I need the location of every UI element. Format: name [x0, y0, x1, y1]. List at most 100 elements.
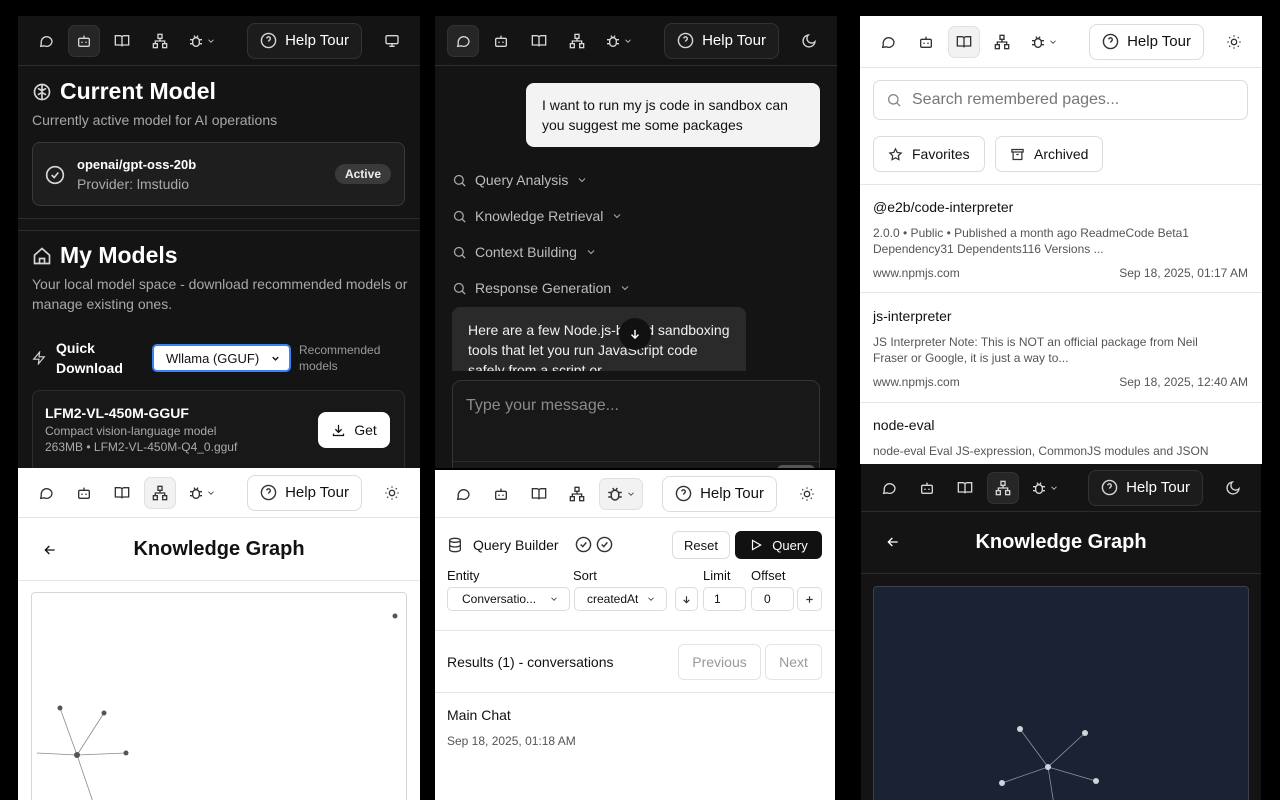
remembered-pages-panel: Help Tour Search remembered pages... Fav… — [860, 16, 1262, 464]
limit-input[interactable]: 1 — [703, 587, 746, 611]
star-icon — [888, 146, 903, 161]
engine-select[interactable]: Wllama (GGUF) — [152, 344, 291, 372]
network-icon[interactable] — [561, 478, 593, 510]
search-icon — [453, 210, 466, 223]
monitor-icon[interactable] — [376, 25, 408, 57]
arrow-down-icon — [630, 329, 640, 340]
step-context-building[interactable]: Context Building — [452, 234, 631, 270]
assistant-message-text: Here are a few Node.js-based sandboxing … — [468, 322, 730, 371]
query-label: Query — [772, 537, 808, 553]
model-card-meta: 263MB • LFM2-VL-450M-Q4_0.gguf — [45, 440, 238, 454]
chevron-down-icon — [648, 597, 654, 601]
list-item[interactable]: @e2b/code-interpreter 2.0.0 • Public • P… — [860, 185, 1262, 293]
help-tour-button[interactable]: Help Tour — [1088, 469, 1203, 506]
check-circle-icon[interactable] — [575, 536, 592, 553]
zap-icon — [32, 351, 46, 365]
sun-icon[interactable] — [1218, 26, 1250, 58]
assistant-message: Here are a few Node.js-based sandboxing … — [452, 307, 746, 371]
sort-select[interactable]: createdAt — [574, 587, 667, 611]
book-icon[interactable] — [523, 25, 555, 57]
debug-dropdown[interactable] — [1024, 26, 1064, 58]
favorites-label: Favorites — [912, 146, 970, 162]
offset-input[interactable]: 0 — [751, 587, 794, 611]
debug-dropdown[interactable] — [599, 477, 643, 510]
help-tour-button[interactable]: Help Tour — [662, 475, 777, 512]
message-input[interactable]: Type your message... — [452, 380, 820, 468]
network-icon[interactable] — [986, 26, 1018, 58]
book-icon[interactable] — [523, 478, 555, 510]
graph-canvas[interactable] — [873, 586, 1249, 800]
chat-icon[interactable] — [30, 25, 62, 57]
send-button[interactable] — [777, 465, 815, 468]
archived-button[interactable]: Archived — [995, 136, 1104, 172]
item-description: node-eval Eval JS-expression, CommonJS m… — [873, 444, 1209, 458]
step-query-analysis[interactable]: Query Analysis — [452, 162, 631, 198]
model-name: openai/gpt-oss-20b — [77, 157, 197, 172]
help-tour-button[interactable]: Help Tour — [247, 474, 362, 511]
help-tour-button[interactable]: Help Tour — [664, 22, 779, 59]
help-icon — [1102, 33, 1119, 50]
sun-icon[interactable] — [376, 477, 408, 509]
bot-icon[interactable] — [910, 26, 942, 58]
recommended-label: Recommended models — [299, 343, 381, 373]
search-input[interactable]: Search remembered pages... — [873, 80, 1248, 120]
check-circle-icon[interactable] — [596, 536, 613, 553]
step-response-generation[interactable]: Response Generation — [452, 270, 631, 306]
chat-icon[interactable] — [872, 26, 904, 58]
query-button[interactable]: Query — [735, 531, 822, 559]
get-button[interactable]: Get — [318, 412, 390, 448]
graph-canvas[interactable] — [31, 592, 407, 800]
chat-icon[interactable] — [447, 478, 479, 510]
reset-button[interactable]: Reset — [672, 531, 730, 559]
chat-icon[interactable] — [873, 472, 905, 504]
bot-icon[interactable] — [485, 25, 517, 57]
chat-icon[interactable] — [30, 477, 62, 509]
item-domain: www.npmjs.com — [873, 375, 960, 389]
moon-icon[interactable] — [1217, 472, 1249, 504]
moon-icon[interactable] — [793, 25, 825, 57]
entity-select[interactable]: Conversatio... — [447, 587, 570, 611]
item-domain: www.npmjs.com — [873, 266, 960, 280]
debug-dropdown[interactable] — [182, 25, 222, 57]
sort-direction-button[interactable] — [675, 587, 698, 611]
download-icon — [333, 424, 345, 436]
network-icon[interactable] — [987, 471, 1019, 504]
sun-icon[interactable] — [791, 478, 823, 510]
next-button[interactable]: Next — [765, 644, 822, 680]
network-icon[interactable] — [144, 25, 176, 57]
list-item[interactable]: node-eval node-eval Eval JS-expression, … — [860, 403, 1262, 464]
book-icon[interactable] — [106, 477, 138, 509]
help-label: Help Tour — [1126, 479, 1190, 496]
chat-icon[interactable] — [447, 24, 479, 57]
book-icon[interactable] — [949, 472, 981, 504]
bot-icon[interactable] — [68, 477, 100, 509]
debug-dropdown[interactable] — [1025, 472, 1065, 504]
divider — [18, 230, 420, 231]
network-icon[interactable] — [561, 25, 593, 57]
debug-dropdown[interactable] — [599, 25, 639, 57]
debug-dropdown[interactable] — [182, 477, 222, 509]
network-icon[interactable] — [144, 476, 176, 509]
step-knowledge-retrieval[interactable]: Knowledge Retrieval — [452, 198, 631, 234]
bot-icon[interactable] — [68, 24, 100, 57]
item-description: 2.0.0 • Public • Published a month ago R… — [873, 226, 1189, 256]
add-filter-button[interactable] — [797, 587, 822, 611]
scroll-down-button[interactable] — [619, 318, 651, 350]
query-builder-heading: Query Builder — [447, 536, 613, 553]
list-item[interactable]: js-interpreter JS Interpreter Note: This… — [860, 294, 1262, 403]
book-icon[interactable] — [948, 25, 980, 58]
help-tour-button[interactable]: Help Tour — [247, 22, 362, 59]
subtitle: Currently active model for AI operations — [32, 112, 278, 128]
book-icon[interactable] — [106, 25, 138, 57]
search-icon — [888, 94, 901, 107]
previous-button[interactable]: Previous — [678, 644, 761, 680]
bot-icon[interactable] — [485, 478, 517, 510]
help-tour-button[interactable]: Help Tour — [1089, 23, 1204, 60]
toolbar: Help Tour — [860, 16, 1262, 68]
bot-icon[interactable] — [911, 472, 943, 504]
step-label: Context Building — [475, 244, 577, 260]
arrow-down-icon — [683, 595, 690, 604]
current-model-heading: Current Model — [32, 78, 216, 105]
favorites-button[interactable]: Favorites — [873, 136, 985, 172]
table-row[interactable]: Main Chat Sep 18, 2025, 01:18 AM — [435, 693, 835, 763]
